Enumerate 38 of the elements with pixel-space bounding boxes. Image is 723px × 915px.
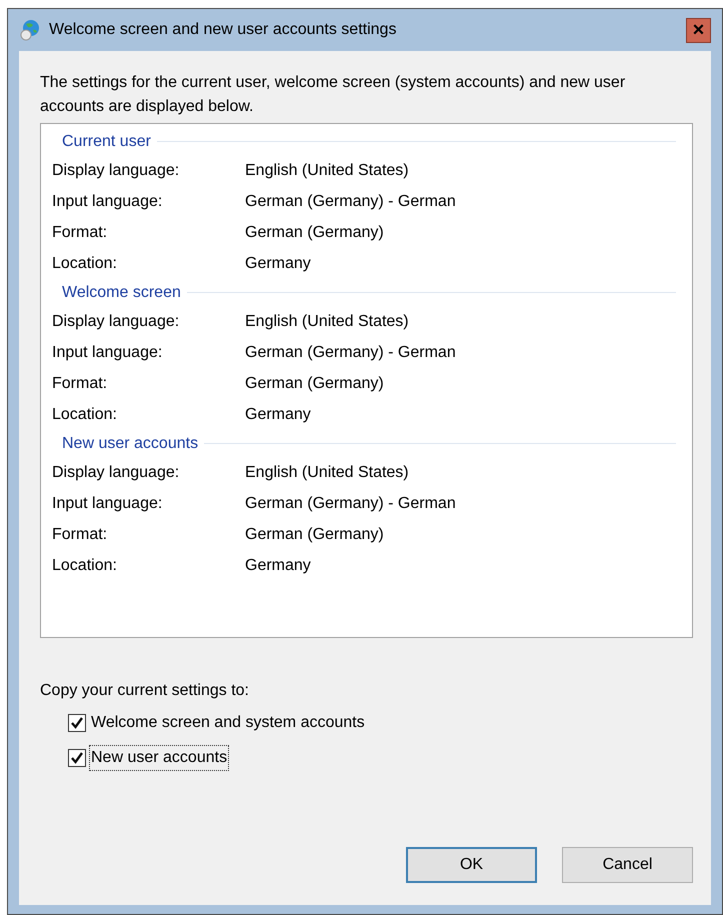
checkbox-label[interactable]: Welcome screen and system accounts	[89, 710, 367, 736]
setting-label: Format:	[52, 222, 108, 242]
checkbox[interactable]	[68, 748, 86, 766]
setting-value: English (United States)	[245, 160, 409, 180]
setting-value: Germany	[245, 404, 311, 424]
setting-label: Input language:	[52, 342, 164, 362]
copy-label: Copy your current settings to:	[40, 681, 250, 701]
setting-value: Germany	[245, 254, 311, 274]
section-heading: Welcome screen	[62, 282, 181, 302]
section-heading: New user accounts	[62, 434, 198, 454]
setting-value: German (Germany) - German	[245, 192, 456, 212]
setting-label: Display language:	[52, 462, 180, 482]
setting-value: German (Germany) - German	[245, 494, 456, 514]
setting-label: Input language:	[52, 192, 164, 212]
section-heading: Current user	[62, 132, 151, 152]
dialog-button[interactable]: OK	[406, 847, 537, 883]
setting-value: German (Germany)	[245, 222, 384, 242]
setting-value: English (United States)	[245, 462, 409, 482]
setting-label: Location:	[52, 556, 118, 576]
setting-label: Format:	[52, 524, 108, 544]
setting-value: English (United States)	[245, 312, 409, 332]
setting-label: Location:	[52, 254, 118, 274]
checkbox-label[interactable]: New user accounts	[89, 744, 230, 770]
setting-value: German (Germany)	[245, 524, 384, 544]
dialog-button[interactable]: Cancel	[562, 847, 693, 883]
setting-label: Display language:	[52, 312, 180, 332]
setting-label: Format:	[52, 374, 108, 394]
setting-label: Input language:	[52, 494, 164, 514]
setting-label: Location:	[52, 404, 118, 424]
setting-value: German (Germany)	[245, 374, 384, 394]
intro-text: The settings for the current user, welcome screen (system accounts) and new user accounts are displayed below.	[40, 73, 626, 117]
globe-icon	[19, 19, 41, 41]
window-title: Welcome screen and new user accounts settings	[49, 20, 398, 40]
setting-label: Display language:	[52, 160, 180, 180]
setting-value: Germany	[245, 556, 311, 576]
close-button[interactable]: ×	[686, 18, 711, 42]
setting-value: German (Germany) - German	[245, 342, 456, 362]
checkbox[interactable]	[68, 714, 86, 732]
